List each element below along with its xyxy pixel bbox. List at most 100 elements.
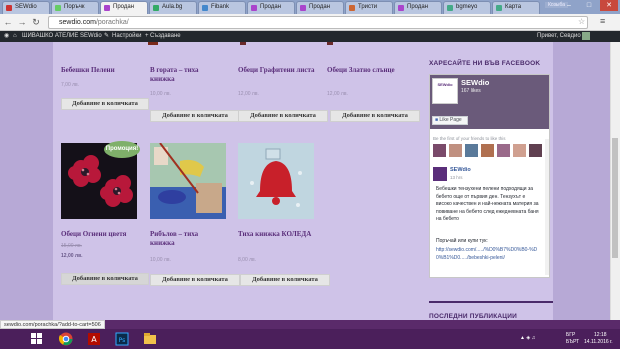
add-to-cart-button[interactable]: Добавяне в количката xyxy=(150,274,240,286)
product-price: 12,00 лв. xyxy=(327,91,348,97)
locale-indicator[interactable]: БЪРТ xyxy=(566,339,579,345)
svg-text:A: A xyxy=(91,335,97,344)
fb-friends-text: Be the first of your friends to like thi… xyxy=(433,136,506,141)
product-price: 12,00 лв. xyxy=(238,91,259,97)
browser-tab[interactable]: Карта xyxy=(492,1,540,14)
minimize-icon[interactable]: – xyxy=(560,0,578,11)
add-to-cart-button[interactable]: Добавяне в количката xyxy=(61,273,149,285)
fb-page-avatar: SEWdio xyxy=(432,78,458,104)
browser-tab[interactable]: Продан xyxy=(296,1,344,14)
browser-toolbar: ← → ↻ sewdio.com/porachka/ ☆ ≡ xyxy=(0,14,620,31)
recent-posts-heading: ПОСЛЕДНИ ПУБЛИКАЦИИ xyxy=(429,313,517,320)
product-image-cropped xyxy=(240,42,246,45)
admin-site-name[interactable]: ШИВАШКО АТЕЛИЕ SEWdio xyxy=(22,31,102,42)
facebook-widget-heading: ХАРЕСАЙТЕ НИ ВЪВ FACEBOOK xyxy=(429,60,541,67)
product-price: 7,00 лв. xyxy=(61,82,80,88)
product-image[interactable] xyxy=(238,143,314,219)
clock-time[interactable]: 12:18 xyxy=(594,332,607,338)
product-price: 10,00 лв. xyxy=(150,91,171,97)
product-title[interactable]: Обеци Златно слънце xyxy=(327,66,405,75)
fb-friend-photos xyxy=(433,144,542,157)
url-host: sewdio.com xyxy=(59,19,96,26)
add-to-cart-button[interactable]: Добавяне в количката xyxy=(61,98,149,110)
address-bar[interactable]: sewdio.com/porachka/ xyxy=(48,16,588,29)
scrollbar-thumb[interactable] xyxy=(612,138,618,258)
tray-icons[interactable]: ▲ ◈ ♫ xyxy=(520,335,535,341)
acrobat-taskbar-icon[interactable]: A xyxy=(83,331,105,347)
browser-tab[interactable]: Поръчк xyxy=(51,1,99,14)
add-to-cart-button[interactable]: Добавяне в количката xyxy=(240,274,330,286)
browser-tab[interactable]: SEWdio xyxy=(2,1,50,14)
chrome-taskbar-icon[interactable] xyxy=(55,331,77,347)
browser-tab[interactable]: bgmeyo xyxy=(443,1,491,14)
file-explorer-taskbar-icon[interactable] xyxy=(139,331,161,347)
page-rail-left xyxy=(0,42,53,320)
maximize-icon[interactable]: □ xyxy=(580,0,598,11)
avatar[interactable] xyxy=(582,32,590,40)
fb-post-author[interactable]: SEWdio xyxy=(450,167,471,173)
forward-icon[interactable]: → xyxy=(17,17,27,27)
add-to-cart-button[interactable]: Добавяне в количката xyxy=(150,110,240,122)
wp-admin-bar: ◉ ⌂ ШИВАШКО АТЕЛИЕ SEWdio ✎ Настройки + … xyxy=(0,31,620,42)
fishing-quiet-book-image xyxy=(150,143,226,219)
browser-tab[interactable]: Тристи xyxy=(345,1,393,14)
bookmark-star-icon[interactable]: ☆ xyxy=(578,17,585,26)
product-price: 8,00 лв. xyxy=(238,257,257,263)
fb-post-avatar xyxy=(433,167,447,181)
favicon-icon xyxy=(6,5,12,11)
language-indicator[interactable]: БГР xyxy=(566,332,575,338)
favicon-icon xyxy=(55,5,61,11)
product-title[interactable]: В гората – тиха книжка xyxy=(150,66,224,84)
fb-post-time: 13 hrs xyxy=(450,175,463,180)
favicon-icon xyxy=(153,5,159,11)
new-plus-icon: + xyxy=(145,33,149,39)
fb-scrollbar[interactable] xyxy=(545,139,549,275)
add-to-cart-button[interactable]: Добавяне в количката xyxy=(238,110,328,122)
browser-tab[interactable]: Продан xyxy=(247,1,295,14)
product-sale-price: 12,00 лв. xyxy=(61,253,83,259)
browser-tab[interactable]: Fibank xyxy=(198,1,246,14)
browser-tab[interactable]: Aula.bg xyxy=(149,1,197,14)
product-image-cropped xyxy=(148,42,158,45)
sale-badge: Промоция! xyxy=(104,141,140,158)
admin-customize[interactable]: Настройки xyxy=(112,31,141,42)
admin-greeting[interactable]: Привет, Севдио xyxy=(537,31,581,42)
back-icon[interactable]: ← xyxy=(3,17,13,27)
product-title[interactable]: Тиха книжка КОЛЕДА xyxy=(238,230,318,239)
favicon-icon xyxy=(398,5,404,11)
admin-new[interactable]: Създаване xyxy=(150,31,181,42)
close-icon[interactable]: ✕ xyxy=(600,0,618,11)
fb-page-name[interactable]: SEWdio xyxy=(461,78,489,87)
christmas-bell-book-image xyxy=(238,143,314,219)
wordpress-logo-icon[interactable]: ◉ xyxy=(4,31,9,42)
favicon-icon xyxy=(496,5,502,11)
product-title[interactable]: Бебешки Пелени xyxy=(61,66,141,75)
photoshop-taskbar-icon[interactable]: Ps xyxy=(111,331,133,347)
favicon-icon xyxy=(349,5,355,11)
reload-icon[interactable]: ↻ xyxy=(31,17,41,27)
product-title[interactable]: Обеци Графитени листа xyxy=(238,66,318,75)
fb-post-cta: Поръчай или купи тук: xyxy=(436,238,488,244)
favicon-icon xyxy=(104,5,110,11)
favicon-icon xyxy=(300,5,306,11)
clock-date[interactable]: 14.11.2016 г. xyxy=(584,339,613,345)
fb-post-link[interactable]: http://sewdio.com/...../%D0%B7%D0%B0-%D0… xyxy=(436,247,542,262)
browser-tab-strip: SEWdio Поръчк Продан Aula.bg Fibank Прод… xyxy=(0,0,620,14)
status-bar-url: sewdio.com/porachka/?add-to-cart=506 xyxy=(0,320,105,329)
customize-brush-icon: ✎ xyxy=(104,33,110,39)
product-title[interactable]: Рибълов – тиха книжка xyxy=(150,230,224,248)
product-image[interactable] xyxy=(150,143,226,219)
page-rail-right xyxy=(553,42,610,320)
browser-tab-active[interactable]: Продан xyxy=(100,1,148,14)
fb-like-page-button[interactable]: ■ Like Page xyxy=(432,116,468,125)
site-home-icon: ⌂ xyxy=(13,33,17,39)
fb-thumb-icon: ■ xyxy=(435,117,439,123)
favicon-icon xyxy=(251,5,257,11)
url-path: /porachka/ xyxy=(95,19,129,26)
chrome-menu-icon[interactable]: ≡ xyxy=(600,16,605,26)
product-title[interactable]: Обеци Огнени цветя xyxy=(61,230,141,239)
sidebar-divider xyxy=(429,301,553,303)
add-to-cart-button[interactable]: Добавяне в количката xyxy=(330,110,420,122)
browser-tab[interactable]: Продан xyxy=(394,1,442,14)
windows-start-icon[interactable] xyxy=(26,331,48,347)
